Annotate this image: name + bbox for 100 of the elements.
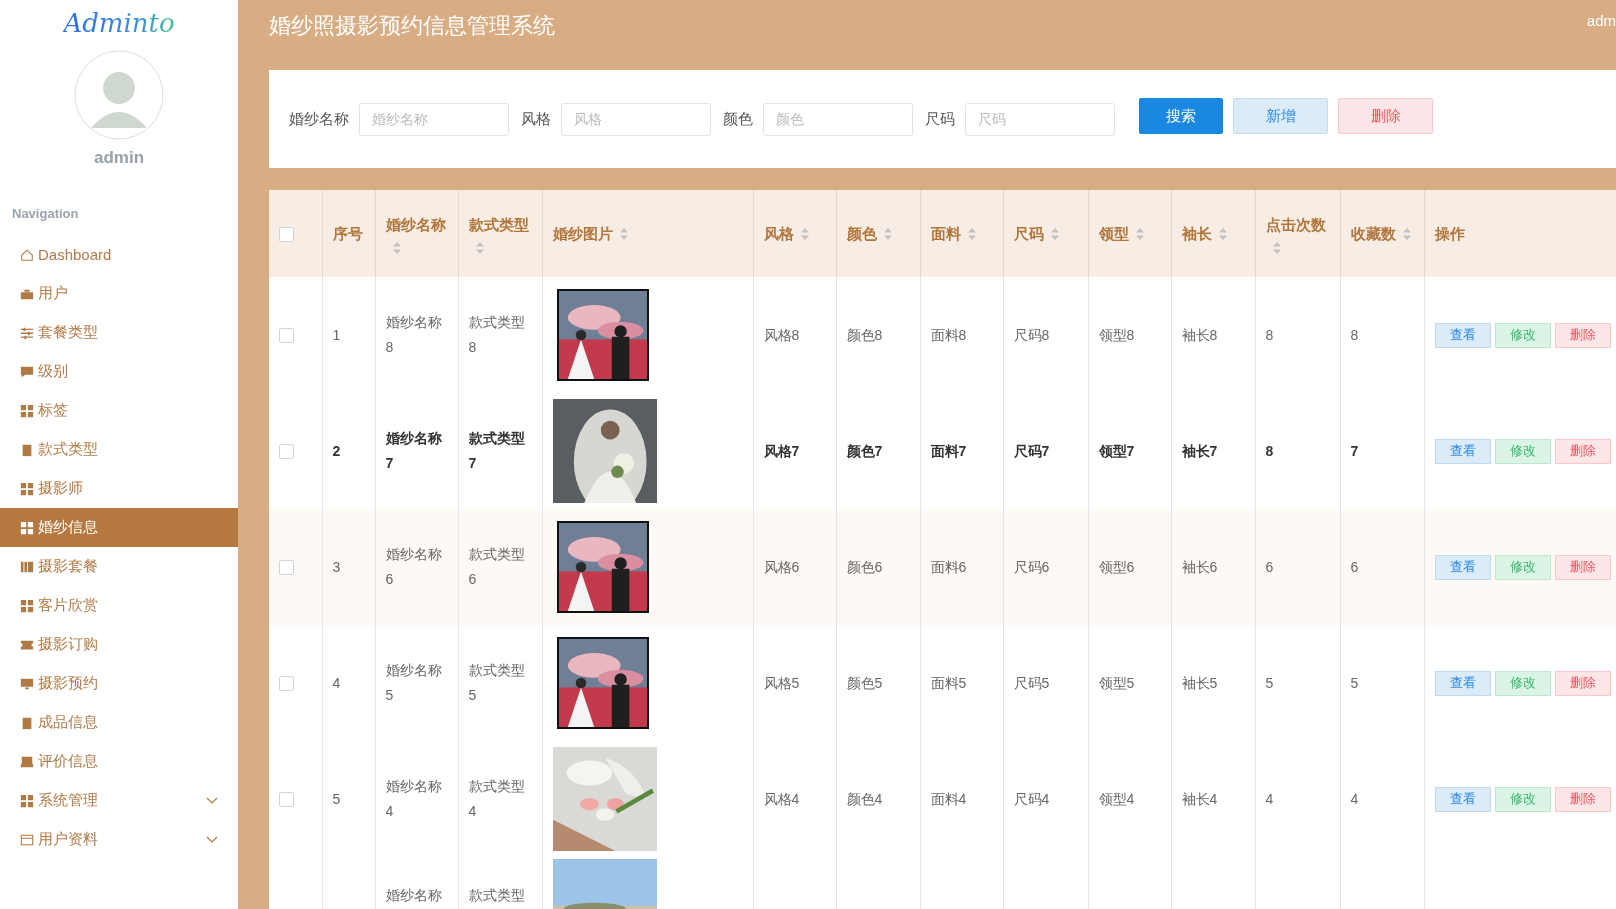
table-cell: 颜色5 xyxy=(846,674,883,691)
table-cell: 婚纱名称5 xyxy=(385,662,442,703)
checkbox[interactable] xyxy=(279,676,294,692)
edit-button[interactable]: 修改 xyxy=(1494,670,1551,696)
checkbox[interactable] xyxy=(279,560,294,576)
sidebar-item[interactable]: 婚纱信息 xyxy=(0,508,238,547)
table-cell: 领型4 xyxy=(1098,790,1135,807)
view-button[interactable]: 查看 xyxy=(1434,322,1491,348)
grid-icon xyxy=(20,403,34,418)
delete-button[interactable]: 删除 xyxy=(1554,670,1611,696)
book-icon xyxy=(20,559,34,574)
sort-icon[interactable] xyxy=(1049,226,1060,241)
input-field[interactable]: 风格 xyxy=(561,102,711,136)
column-header[interactable]: 面料 xyxy=(930,224,961,242)
sidebar-item[interactable]: 款式类型 xyxy=(0,430,238,469)
monitor-icon xyxy=(20,676,34,691)
user-menu[interactable]: adm xyxy=(1586,12,1616,29)
edit-button[interactable]: 修改 xyxy=(1494,554,1551,580)
view-button[interactable]: 查看 xyxy=(1434,438,1491,464)
sort-icon[interactable] xyxy=(1134,226,1145,241)
table-cell: 款式类型8 xyxy=(468,314,525,355)
view-button[interactable]: 查看 xyxy=(1434,670,1491,696)
column-header[interactable]: 袖长 xyxy=(1181,224,1212,242)
delete-button[interactable]: 删除 xyxy=(1554,786,1611,812)
sidebar-item[interactable]: 评价信息 xyxy=(0,742,238,781)
column-header[interactable]: 点击次数 xyxy=(1265,216,1326,233)
sidebar-item[interactable]: 用户资料 xyxy=(0,820,238,859)
column-header[interactable]: 收藏数 xyxy=(1350,224,1396,242)
sort-icon[interactable] xyxy=(966,226,977,241)
column-header[interactable]: 操作 xyxy=(1434,224,1465,242)
checkbox[interactable] xyxy=(279,328,294,344)
sidebar-item[interactable]: 级别 xyxy=(0,352,238,391)
edit-button[interactable]: 修改 xyxy=(1494,322,1551,348)
sidebar-item[interactable]: 成品信息 xyxy=(0,703,238,742)
sidebar-item[interactable]: 套餐类型 xyxy=(0,313,238,352)
table-cell: 风格5 xyxy=(763,674,800,691)
column-header[interactable]: 款式类型 xyxy=(468,216,529,233)
input-field[interactable]: 颜色 xyxy=(763,102,913,136)
sidebar-item[interactable]: 摄影预约 xyxy=(0,664,238,703)
table-cell: 款式类型5 xyxy=(468,662,525,703)
column-header[interactable]: 领型 xyxy=(1098,224,1129,242)
edit-button[interactable]: 修改 xyxy=(1494,786,1551,812)
sort-icon[interactable] xyxy=(618,226,629,241)
view-button[interactable]: 查看 xyxy=(1434,786,1491,812)
sort-icon[interactable] xyxy=(1271,241,1282,255)
column-header[interactable]: 婚纱名称 xyxy=(385,216,446,233)
table-cell: 领型5 xyxy=(1098,674,1135,691)
table-cell: 面料4 xyxy=(930,790,967,807)
table-cell: 面料8 xyxy=(930,326,967,343)
sidebar-item[interactable]: 摄影套餐 xyxy=(0,547,238,586)
table-cell: 风格6 xyxy=(763,558,800,575)
table-cell: 面料6 xyxy=(930,558,967,575)
user-name: admin xyxy=(93,148,145,168)
sort-icon[interactable] xyxy=(474,241,485,255)
sidebar-item[interactable]: 客片欣赏 xyxy=(0,586,238,625)
sidebar-item[interactable]: Dashboard xyxy=(0,235,238,274)
sort-icon[interactable] xyxy=(882,226,893,241)
delete-button[interactable]: 删除 xyxy=(1554,438,1611,464)
window-icon xyxy=(20,832,34,847)
column-header[interactable]: 序号 xyxy=(332,224,363,242)
sidebar-item[interactable]: 系统管理 xyxy=(0,781,238,820)
sort-icon[interactable] xyxy=(799,226,810,241)
sidebar-item[interactable]: 摄影订购 xyxy=(0,625,238,664)
checkbox[interactable] xyxy=(279,444,294,460)
table-cell: 款式类型7 xyxy=(468,430,525,471)
column-header[interactable]: 婚纱图片 xyxy=(552,224,613,242)
checkbox[interactable] xyxy=(279,792,294,808)
sort-icon[interactable] xyxy=(1217,226,1228,241)
checkbox[interactable] xyxy=(279,227,294,243)
table-cell: 尺码4 xyxy=(1013,790,1050,807)
add-button[interactable]: 新增 xyxy=(1233,98,1328,134)
table-cell: 7 xyxy=(1350,442,1359,459)
column-header[interactable]: 风格 xyxy=(763,224,794,242)
table-cell: 8 xyxy=(1265,442,1274,459)
column-header[interactable]: 颜色 xyxy=(846,224,877,242)
input-field[interactable]: 婚纱名称 xyxy=(359,102,509,136)
table-cell: 颜色4 xyxy=(846,790,883,807)
sidebar-item[interactable]: 标签 xyxy=(0,391,238,430)
delete-button[interactable]: 删除 xyxy=(1554,554,1611,580)
column-header[interactable]: 尺码 xyxy=(1013,224,1044,242)
table-cell: 3 xyxy=(332,558,341,575)
delete-button[interactable]: 删除 xyxy=(1554,322,1611,348)
view-button[interactable]: 查看 xyxy=(1434,554,1491,580)
table-cell: 袖长8 xyxy=(1181,326,1218,343)
table-cell: 颜色8 xyxy=(846,326,883,343)
sliders-icon xyxy=(20,325,34,340)
edit-button[interactable]: 修改 xyxy=(1494,438,1551,464)
table-cell: 尺码7 xyxy=(1013,442,1050,459)
input-field[interactable]: 尺码 xyxy=(965,102,1115,136)
search-button[interactable]: 搜索 xyxy=(1139,98,1223,134)
sidebar-item[interactable]: 摄影师 xyxy=(0,469,238,508)
table-cell: 风格7 xyxy=(763,442,800,459)
delete-button[interactable]: 删除 xyxy=(1338,98,1433,134)
table-cell: 5 xyxy=(1265,674,1274,691)
sort-icon[interactable] xyxy=(1401,226,1412,241)
table-cell: 尺码8 xyxy=(1013,326,1050,343)
table-cell: 8 xyxy=(1265,326,1274,343)
sidebar-item[interactable]: 用户 xyxy=(0,274,238,313)
table-cell: 款式类型4 xyxy=(468,778,525,819)
sort-icon[interactable] xyxy=(391,241,402,255)
